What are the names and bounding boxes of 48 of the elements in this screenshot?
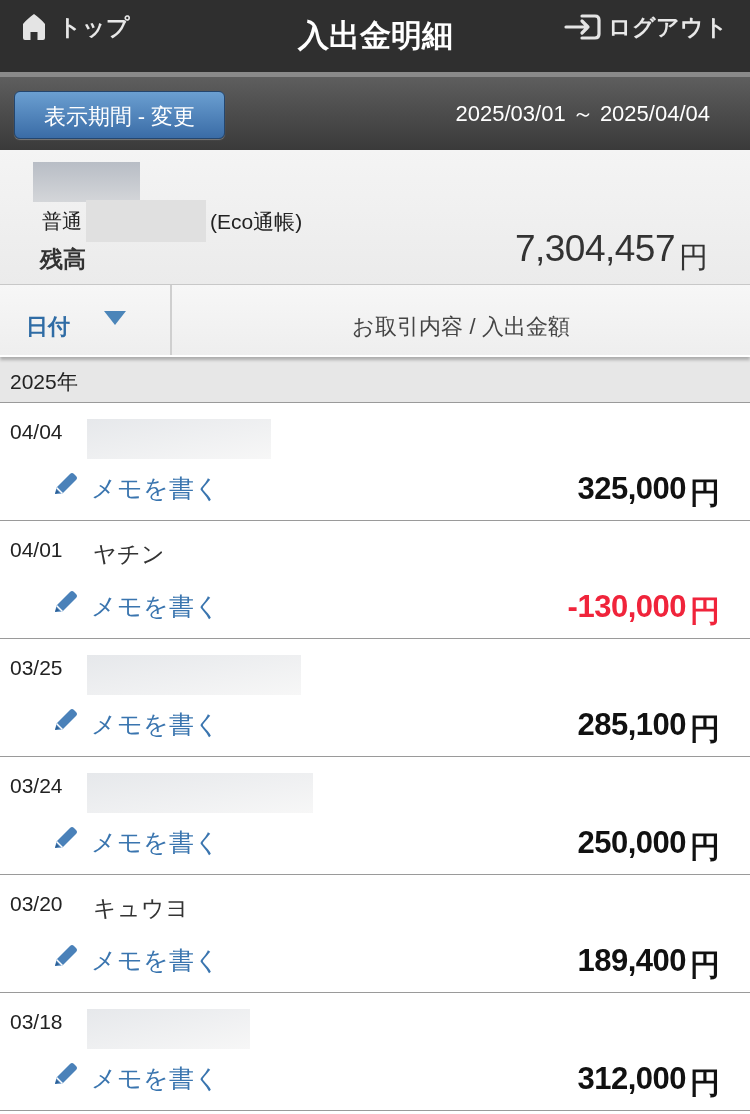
transaction-amount: 189,400	[577, 944, 686, 976]
home-button[interactable]: トップ	[22, 13, 130, 41]
memo-link[interactable]: メモを書く	[53, 1065, 220, 1091]
column-header: お取引内容 / 入出金額	[351, 313, 571, 341]
memo-link[interactable]: メモを書く	[53, 947, 220, 973]
pencil-icon	[53, 471, 79, 495]
logout-button[interactable]: ログアウト	[564, 13, 728, 41]
period-change-button[interactable]: 表示期間 - 変更	[14, 90, 225, 139]
currency-unit: 円	[690, 949, 720, 980]
transaction-date: 03/25	[9, 657, 64, 678]
pencil-icon	[53, 589, 79, 613]
currency-unit: 円	[690, 1067, 720, 1098]
sort-header[interactable]: 日付	[0, 285, 172, 355]
passbook-label: (Eco通帳)	[210, 210, 303, 232]
balance-label: 残高	[40, 248, 86, 271]
memo-link[interactable]: メモを書く	[53, 593, 220, 619]
currency-unit: 円	[679, 243, 708, 272]
memo-link[interactable]: メモを書く	[53, 475, 220, 501]
memo-link[interactable]: メモを書く	[53, 711, 220, 737]
year-heading: 2025年	[0, 357, 750, 403]
transaction-date: 03/24	[9, 775, 64, 796]
currency-unit: 円	[690, 831, 720, 862]
currency-unit: 円	[690, 713, 720, 744]
page-title: 入出金明細	[297, 20, 453, 51]
transaction-description: キュウヨ	[93, 897, 189, 920]
transaction-amount: 250,000	[577, 826, 686, 858]
transaction-amount: -130,000	[567, 590, 686, 622]
logout-icon	[564, 13, 602, 41]
transaction-description: ヤチン	[93, 543, 165, 566]
transaction-amount: 285,100	[577, 708, 686, 740]
transaction-date: 03/18	[9, 1011, 64, 1032]
account-type: 普通	[42, 211, 82, 231]
transaction-date: 04/04	[9, 421, 64, 442]
pencil-icon	[53, 1061, 79, 1085]
transaction-date: 04/01	[9, 539, 64, 560]
currency-unit: 円	[690, 595, 720, 626]
transaction-amount: 325,000	[577, 472, 686, 504]
date-range: 2025/03/01 ～ 2025/04/04	[455, 102, 710, 125]
sort-down-icon	[104, 311, 126, 325]
currency-unit: 円	[690, 477, 720, 508]
pencil-icon	[53, 825, 79, 849]
transaction-amount: 312,000	[577, 1062, 686, 1094]
pencil-icon	[53, 943, 79, 967]
pencil-icon	[53, 707, 79, 731]
home-icon	[22, 13, 46, 41]
transaction-date: 03/20	[9, 893, 64, 914]
memo-link[interactable]: メモを書く	[53, 829, 220, 855]
balance-amount: 7,304,457	[514, 230, 675, 267]
